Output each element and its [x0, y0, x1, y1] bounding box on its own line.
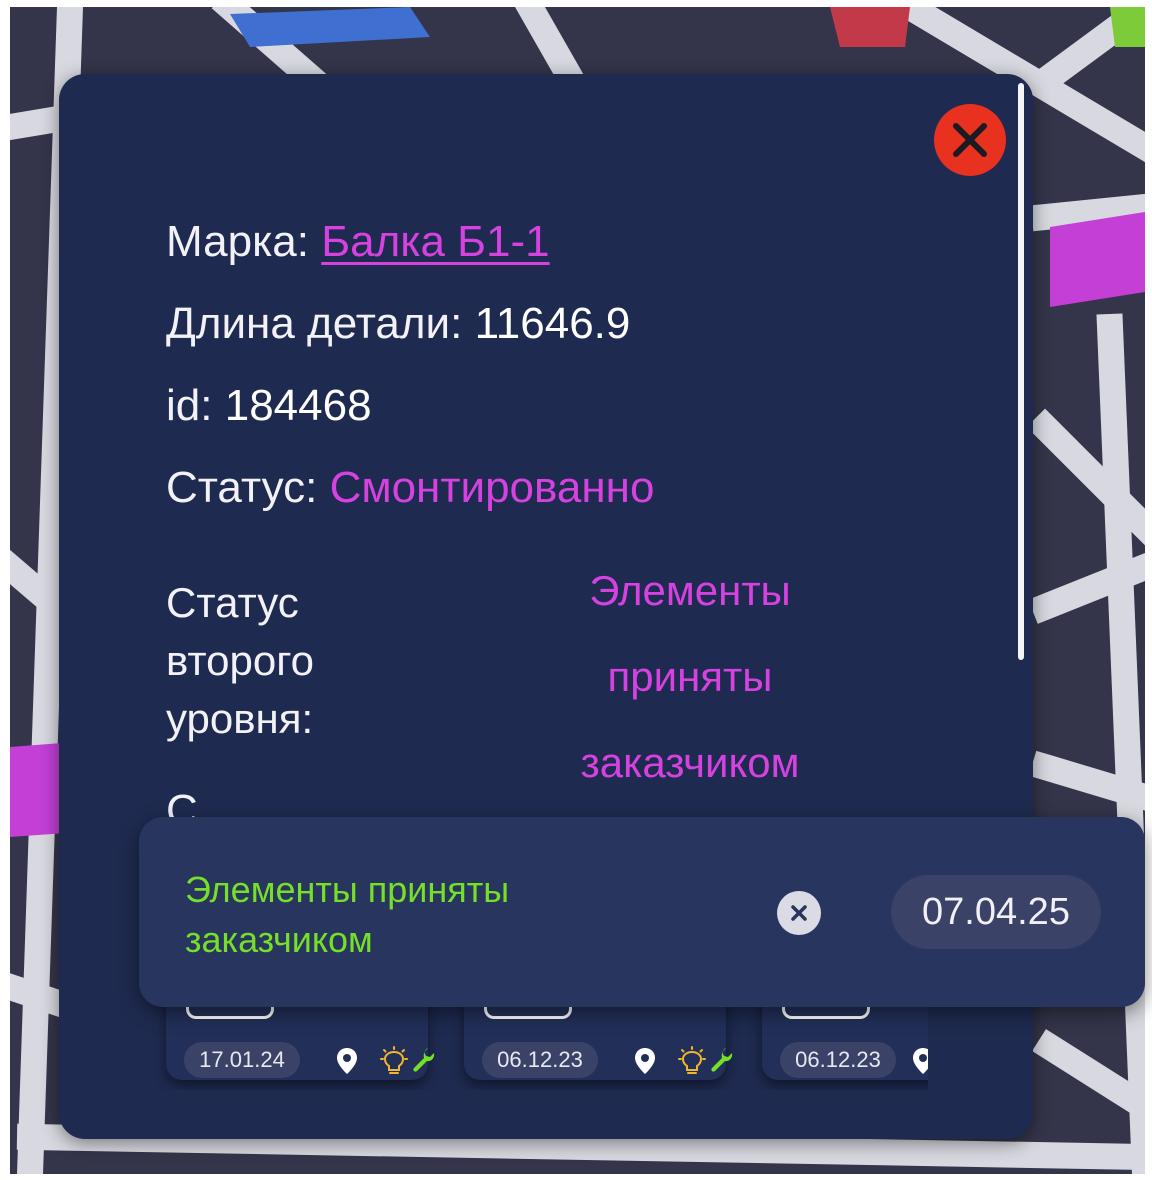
status-row: Статус: Смонтированно — [166, 462, 654, 514]
second-status-value: Элементы приняты заказчиком — [580, 567, 800, 786]
close-icon — [953, 123, 987, 157]
status-value: Смонтированно — [329, 463, 655, 512]
status-label: Статус: — [166, 463, 318, 512]
status-notification: Элементы приняты заказчиком 07.04.25 — [139, 817, 1145, 1007]
mark-row: Марка: Балка Б1-1 — [166, 216, 550, 268]
wrench-icon — [413, 1048, 435, 1072]
notification-date-badge: 07.04.25 — [891, 875, 1101, 949]
wrench-icon — [711, 1048, 733, 1072]
length-label: Длина детали: — [166, 299, 463, 348]
mark-label: Марка: — [166, 217, 309, 266]
location-pin-icon — [913, 1048, 928, 1074]
close-button[interactable] — [934, 104, 1006, 176]
notification-message: Элементы приняты заказчиком — [185, 869, 510, 960]
id-label: id: — [166, 381, 213, 430]
notification-dismiss-button[interactable] — [777, 891, 821, 935]
mark-link[interactable]: Балка Б1-1 — [321, 217, 549, 266]
location-pin-icon — [337, 1048, 357, 1074]
card-date: 17.01.24 — [184, 1042, 300, 1078]
card-date: 06.12.23 — [780, 1042, 896, 1078]
lightbulb-icon — [380, 1046, 408, 1074]
panel-scrollbar[interactable] — [1018, 83, 1024, 660]
length-value: 11646.9 — [474, 299, 631, 348]
location-pin-icon — [635, 1048, 655, 1074]
id-value: 184468 — [224, 381, 372, 430]
id-row: id: 184468 — [166, 380, 372, 432]
length-row: Длина детали: 11646.9 — [166, 298, 630, 350]
card-date: 06.12.23 — [482, 1042, 598, 1078]
lightbulb-icon — [678, 1046, 706, 1074]
dismiss-icon — [791, 905, 807, 921]
second-status-label: Статус второго уровня: — [166, 579, 314, 742]
